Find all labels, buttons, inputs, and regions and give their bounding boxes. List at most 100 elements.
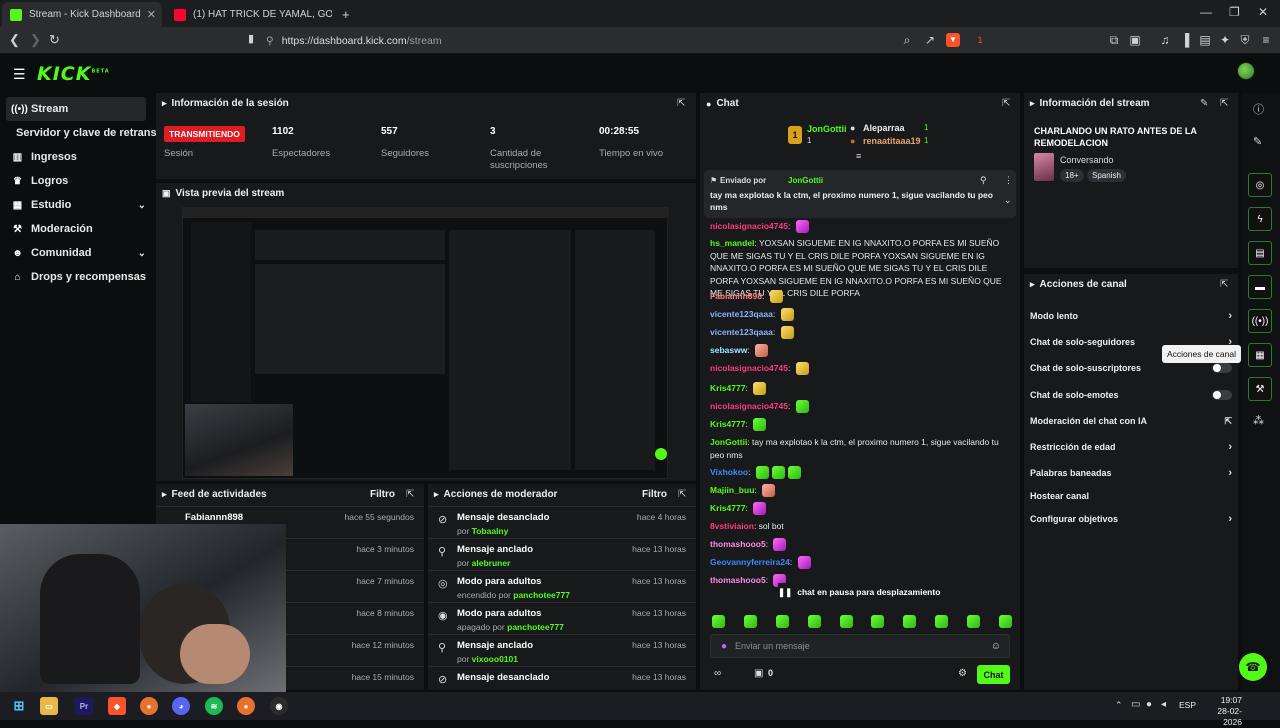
quick-emote-icon[interactable] [998, 615, 1012, 628]
chat-message[interactable]: nicolasignacio4745: [710, 220, 1008, 234]
chat-username[interactable]: Vixhokoo [710, 467, 748, 477]
quick-emote-icon[interactable] [743, 615, 757, 628]
leaderboard-toggle-icon[interactable]: ≡ [856, 151, 861, 161]
chat-message-list[interactable]: nicolasignacio4745: hs_mandel: YOXSAN SI… [700, 218, 1020, 613]
chat-username[interactable]: JonGottii [710, 437, 747, 447]
action-slow-mode[interactable]: Modo lento › [1030, 306, 1232, 326]
chevron-down-icon[interactable]: ⌄ [1004, 195, 1012, 206]
chat-username[interactable]: nicolasignacio4745 [710, 401, 788, 411]
send-chat-button[interactable]: Chat [977, 665, 1010, 684]
quick-emote-icon[interactable] [839, 615, 853, 628]
obs-icon[interactable]: ◉ [270, 697, 288, 715]
sidebar-item-ingresos[interactable]: ▥ Ingresos [6, 145, 146, 169]
tray-chevron-icon[interactable]: ⌃ [1115, 700, 1123, 711]
leader-name[interactable]: JonGottii [807, 124, 847, 134]
forward-icon[interactable]: ❯ [30, 32, 41, 48]
toggle-switch[interactable] [1212, 390, 1232, 400]
hamburger-menu-icon[interactable]: ☰ [13, 66, 26, 83]
wrench-widget-icon[interactable]: ⚒ [1248, 377, 1272, 401]
maximize-icon[interactable]: ❐ [1229, 5, 1240, 19]
chat-message[interactable]: vicente123qaaa: [710, 326, 1008, 340]
chat-message[interactable]: Fabiannn898: [710, 290, 1008, 304]
mod-user[interactable]: Tobaalny [472, 526, 509, 536]
chat-username[interactable]: sebasww [710, 345, 747, 355]
leader-name[interactable]: Aleparraa [863, 123, 905, 133]
minimize-icon[interactable]: — [1200, 5, 1212, 19]
extensions-icon[interactable]: ⧉ [1107, 33, 1121, 47]
quick-emote-icon[interactable] [903, 615, 917, 628]
chat-username[interactable]: vicente123qaaa [710, 327, 773, 337]
site-info-icon[interactable]: ⚲ [266, 35, 274, 47]
chat-message[interactable]: Geovannyferreira24: [710, 556, 1008, 570]
category-thumbnail[interactable] [1034, 153, 1054, 181]
brave-icon[interactable]: ◆ [108, 697, 126, 715]
camera-widget-icon[interactable]: ◎ [1248, 173, 1272, 197]
emoji-icon[interactable]: ☺ [991, 641, 1001, 652]
popout-icon[interactable]: ⇱ [1220, 279, 1228, 290]
sidebar-item-logros[interactable]: ♛ Logros [6, 169, 146, 193]
chat-username[interactable]: Kris4777 [710, 419, 745, 429]
popout-icon[interactable]: ⇱ [677, 98, 685, 109]
close-tab-icon[interactable]: ✕ [141, 8, 156, 21]
channel-actions-widget-icon[interactable]: ▦ [1248, 343, 1272, 367]
chat-username[interactable]: 8vstiviaion [710, 521, 754, 531]
action-host-channel[interactable]: Hostear canal [1030, 486, 1232, 506]
microphone-tray-icon[interactable]: ● [1146, 699, 1152, 710]
quick-emote-icon[interactable] [935, 615, 949, 628]
stream-video[interactable] [182, 207, 669, 479]
mod-user[interactable]: vixooo0101 [472, 654, 518, 664]
vpn-shield-icon[interactable]: ⛨ [1238, 33, 1252, 47]
sidebar-item-server-key[interactable]: Servidor y clave de retransmisión [16, 121, 192, 145]
tab-youtube[interactable]: (1) HAT TRICK DE YAMAL, GOLEADA ✕ [166, 2, 332, 27]
sidebar-item-stream[interactable]: ((•)) Stream [6, 97, 146, 121]
kick-logo[interactable]: KICKBETA [37, 63, 110, 85]
sidebar-item-comunidad[interactable]: ☻ Comunidad ⌄ [6, 241, 146, 265]
windows-start-icon[interactable]: ⊞ [10, 697, 28, 715]
microphone-icon[interactable]: ● [721, 641, 727, 652]
chat-message[interactable]: 8vstiviaion: sol bot [710, 520, 1008, 533]
chat-username[interactable]: vicente123qaaa [710, 309, 773, 319]
chat-username[interactable]: thomashooo5 [710, 575, 766, 585]
chat-username[interactable]: Fabiannn898 [710, 291, 762, 301]
reload-icon[interactable]: ↻ [49, 32, 60, 48]
edit-pencil-icon[interactable]: ✎ [1253, 135, 1262, 148]
wallet-icon[interactable]: ▤ [1198, 33, 1212, 47]
help-chat-icon[interactable]: ☎ [1239, 653, 1267, 681]
chat-username[interactable]: Kris4777 [710, 383, 745, 393]
quick-emote-icon[interactable] [871, 615, 885, 628]
chat-message[interactable]: Majiin_buu: [710, 484, 1008, 498]
toggle-switch[interactable] [1212, 363, 1232, 373]
sidebar-item-moderacion[interactable]: ⚒ Moderación [6, 217, 146, 241]
chat-username[interactable]: nicolasignacio4745 [710, 363, 788, 373]
lightning-widget-icon[interactable]: ϟ [1248, 207, 1272, 231]
zoom-icon[interactable]: ⌕ [900, 33, 914, 47]
firefox-icon[interactable]: ● [140, 697, 158, 715]
chat-username[interactable]: Majiin_buu [710, 485, 754, 495]
unpin-icon[interactable]: ⚲ [980, 175, 987, 186]
feed-filter-button[interactable]: Filtro [370, 489, 395, 500]
action-banned-words[interactable]: Palabras baneadas › [1030, 463, 1232, 483]
chat-message[interactable]: sebasww: [710, 344, 1008, 358]
pinned-user[interactable]: JonGottii [788, 176, 823, 185]
sidebar-item-estudio[interactable]: ▦ Estudio ⌄ [6, 193, 146, 217]
popout-icon[interactable]: ⇱ [1002, 98, 1010, 109]
quick-emote-icon[interactable] [967, 615, 980, 628]
category-name[interactable]: Conversando [1060, 155, 1114, 165]
mod-user[interactable]: panchotee777 [513, 590, 570, 600]
chat-input[interactable]: ● Enviar un mensaje ☺ [710, 634, 1010, 658]
chat-username[interactable]: Geovannyferreira24 [710, 557, 790, 567]
language-indicator[interactable]: ESP [1179, 700, 1196, 710]
settings-gear-icon[interactable]: ⚙ [958, 668, 967, 679]
leader-name[interactable]: renaatitaaa19 [863, 136, 921, 146]
edit-pencil-icon[interactable]: ✎ [1200, 98, 1208, 109]
close-window-icon[interactable]: ✕ [1258, 5, 1268, 19]
chat-message[interactable]: Vixhokoo: [710, 466, 1008, 480]
apps-icon[interactable]: ⁂ [1253, 414, 1264, 427]
notes-widget-icon[interactable]: ▤ [1248, 241, 1272, 265]
popout-icon[interactable]: ⇱ [1220, 98, 1228, 109]
chat-username[interactable]: nicolasignacio4745 [710, 221, 788, 231]
mod-user[interactable]: panchotee777 [507, 622, 564, 632]
firefox-icon[interactable]: ● [237, 697, 255, 715]
chat-username[interactable]: thomashooo5 [710, 539, 766, 549]
chat-message[interactable]: thomashooo5: [710, 538, 1008, 552]
